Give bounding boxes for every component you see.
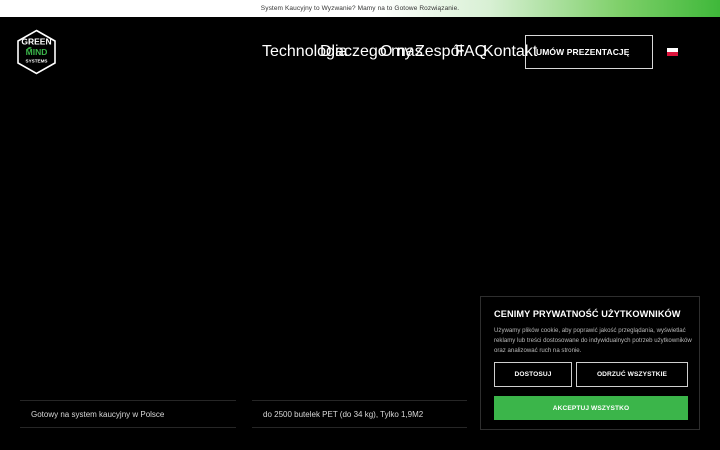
cookie-accept-all-button[interactable]: AKCEPTUJ WSZYSTKO: [494, 396, 688, 420]
logo-text-green: GREEN: [21, 37, 51, 47]
cookie-title: CENIMY PRYWATNOŚĆ UŻYTKOWNIKÓW: [494, 309, 681, 319]
cookie-customize-button[interactable]: DOSTOSUJ: [494, 362, 572, 387]
logo[interactable]: GREEN MIND SYSTEMS: [16, 29, 57, 75]
feature-item: do 2500 butelek PET (do 34 kg), Tylko 1,…: [252, 400, 467, 428]
cookie-reject-all-button[interactable]: ODRZUĆ WSZYSTKIE: [576, 362, 688, 387]
announcement-text: System Kaucyjny to Wyzwanie? Mamy na to …: [260, 5, 460, 12]
announcement-bar: System Kaucyjny to Wyzwanie? Mamy na to …: [0, 0, 720, 17]
polish-flag-icon[interactable]: [667, 48, 678, 56]
cookie-description: Używamy plików cookie, aby poprawić jako…: [494, 327, 692, 354]
feature-item: Gotowy na system kaucyjny w Polsce: [20, 400, 236, 428]
book-presentation-button[interactable]: UMÓW PREZENTACJĘ: [525, 35, 653, 69]
feature-text: do 2500 butelek PET (do 34 kg), Tylko 1,…: [263, 409, 424, 419]
logo-hexagon-icon: GREEN MIND SYSTEMS: [17, 29, 56, 75]
feature-text: Gotowy na system kaucyjny w Polsce: [31, 409, 165, 419]
logo-text-systems: SYSTEMS: [26, 59, 48, 64]
cookie-consent-dialog: CENIMY PRYWATNOŚĆ UŻYTKOWNIKÓW Używamy p…: [480, 296, 700, 430]
